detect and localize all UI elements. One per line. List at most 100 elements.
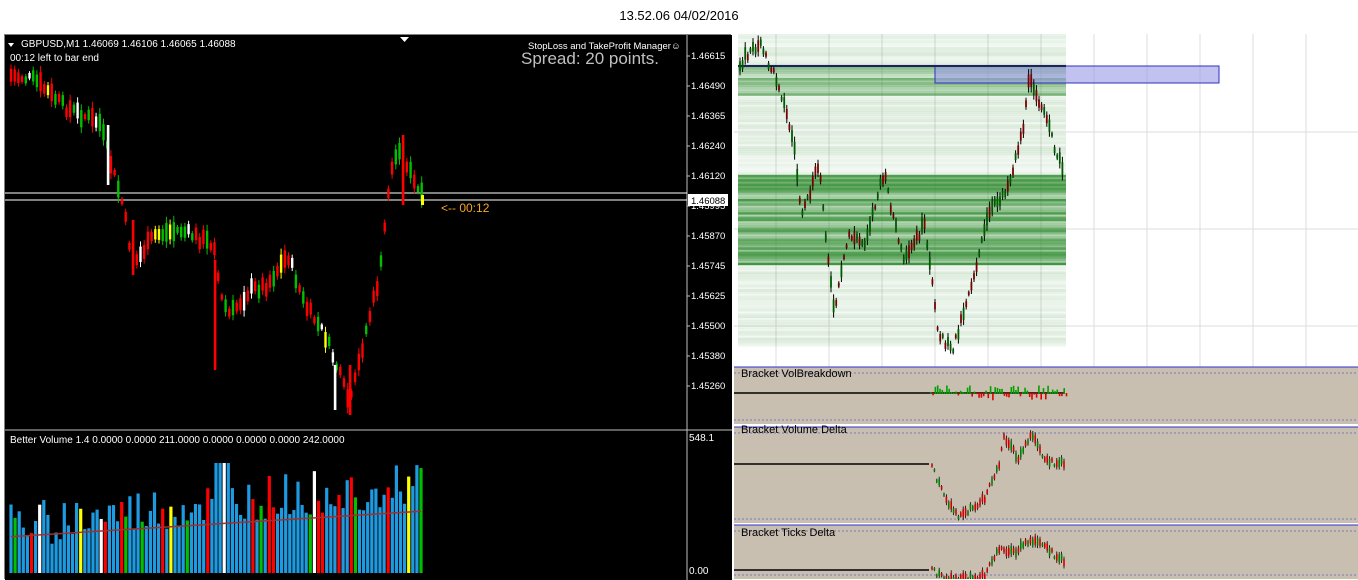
volume-profile-row — [738, 207, 1066, 211]
volume-profile-row — [738, 62, 1066, 65]
candle-body — [146, 231, 150, 250]
volume-profile-row — [738, 300, 1066, 303]
volume-bar — [185, 520, 189, 573]
spread-label: Spread: 20 points. — [521, 49, 659, 68]
delta-candle-body — [1051, 458, 1053, 462]
volume-profile-row — [738, 133, 1066, 136]
volume-profile-row — [738, 214, 1066, 217]
volume-profile-row — [738, 146, 1066, 149]
candle-body — [949, 343, 952, 351]
volume-bar — [144, 525, 148, 573]
volume-profile-row — [738, 313, 1066, 316]
price-tick-label: 1.46120 — [691, 171, 725, 182]
volbreakdown-bar — [964, 392, 967, 394]
volume-bar — [419, 468, 423, 573]
candle-body — [1048, 119, 1051, 132]
candle-body — [294, 274, 298, 289]
price-tick-label: 1.46490 — [691, 81, 725, 92]
mt4-chart-canvas[interactable]: 1.466151.464901.463651.462401.461201.459… — [5, 35, 732, 580]
volume-bar — [280, 507, 284, 573]
candle-body — [387, 188, 390, 198]
volume-bar — [325, 487, 329, 573]
delta-candle-body — [979, 499, 981, 506]
candle-body — [106, 125, 110, 185]
candle-body — [368, 311, 372, 323]
volbreakdown-bar — [932, 393, 934, 396]
candle-body — [858, 236, 861, 246]
ticks-candle-body — [1058, 554, 1060, 563]
volume-profile-row — [738, 344, 1066, 347]
candle-body — [798, 197, 801, 203]
candle-body — [150, 231, 153, 242]
candle-body — [109, 156, 113, 174]
order-flow-canvas[interactable] — [734, 34, 1358, 579]
candle-body — [913, 238, 916, 248]
volume-profile-row — [738, 298, 1066, 301]
ticks-candle-body — [986, 568, 988, 573]
candle-body — [988, 206, 991, 218]
candle-body — [788, 124, 791, 130]
price-tick-label: 1.46240 — [691, 141, 725, 152]
candle-body — [973, 273, 975, 280]
candle-body — [804, 201, 806, 208]
mt4-chart-window[interactable]: 1.46615 1.46490 1.46365 1.46240 1.46120 1.459… — [4, 34, 732, 580]
volbreakdown-bar — [982, 393, 985, 397]
chart-timestamp: 13.52.06 04/02/2016 — [619, 8, 739, 23]
ticks-candle-body — [955, 574, 957, 579]
volume-bar — [349, 477, 353, 573]
ticks-candle-body — [962, 572, 964, 579]
volume-profile-row — [738, 100, 1066, 103]
volume-profile-row — [738, 339, 1066, 343]
candle-body — [926, 242, 929, 249]
candle-body — [183, 226, 187, 238]
candle-body — [1014, 153, 1017, 160]
candle-body — [884, 172, 887, 181]
candle-body — [921, 217, 923, 230]
volume-profile-row — [738, 60, 1066, 63]
volbreakdown-bar — [980, 393, 983, 398]
candle-body — [762, 48, 765, 55]
delta-candle-body — [1022, 447, 1024, 453]
volume-profile-row — [738, 302, 1066, 305]
candle-body — [139, 246, 142, 263]
delta-candle-body — [1058, 459, 1060, 468]
delta-candle-body — [1020, 449, 1022, 458]
candle-body — [416, 186, 420, 193]
volume-bar — [42, 500, 46, 573]
volume-bar — [300, 504, 304, 573]
volume-profile-row — [738, 163, 1066, 167]
panel-label-ticks-delta: Bracket Ticks Delta — [741, 527, 836, 539]
candle-body — [1001, 190, 1004, 198]
candle-body — [283, 250, 286, 268]
delta-candle-body — [1046, 455, 1048, 463]
candle-body — [876, 193, 879, 199]
volbreakdown-bar — [987, 393, 990, 399]
ticks-candle-body — [931, 566, 933, 570]
candle-body — [91, 107, 94, 127]
candle-body — [220, 294, 224, 300]
candle-body — [767, 63, 770, 69]
ticks-candle-body — [940, 573, 943, 577]
volume-bar — [341, 508, 345, 573]
delta-candle-body — [1056, 460, 1058, 468]
volume-profile-row — [738, 183, 1066, 186]
ticks-candle-body — [991, 558, 993, 565]
candle-body — [1012, 167, 1014, 175]
candle-body — [817, 163, 819, 174]
volume-profile-row — [738, 148, 1066, 151]
volume-profile-row — [738, 53, 1066, 57]
order-flow-chart[interactable]: Bracket VolBreakdown Bracket Volume Delt… — [734, 34, 1358, 579]
volume-bar — [357, 509, 362, 573]
delta-candle-body — [957, 515, 960, 520]
candle-body — [39, 72, 42, 92]
candle-body — [1006, 180, 1009, 192]
volume-profile-row — [738, 236, 1066, 239]
candle-body — [54, 94, 57, 105]
candle-body — [9, 68, 13, 82]
candle-body — [978, 250, 981, 256]
volume-bar — [50, 543, 54, 573]
delta-candle-body — [1039, 446, 1041, 454]
volume-profile-row — [738, 280, 1066, 283]
candle-body — [302, 291, 305, 304]
candle-body — [928, 256, 931, 270]
